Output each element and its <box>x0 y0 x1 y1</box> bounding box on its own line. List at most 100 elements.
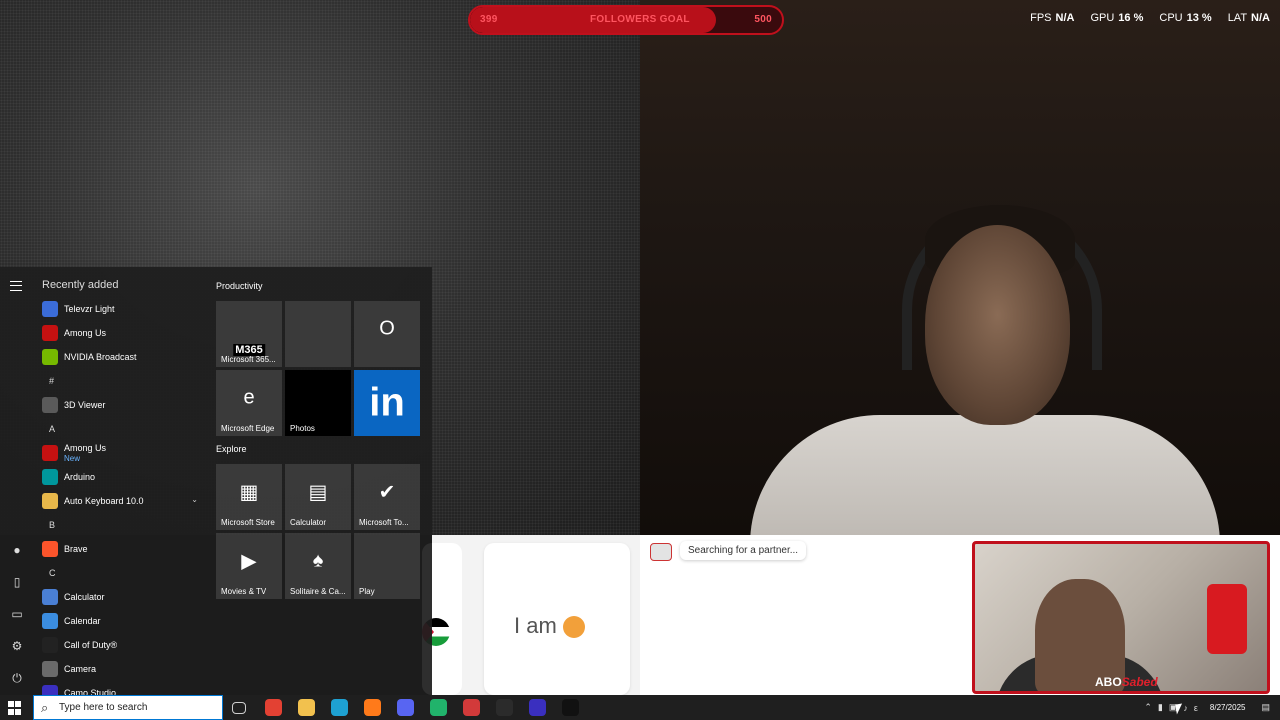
tile-icon: in <box>369 380 405 425</box>
taskbar-chrome-icon[interactable] <box>265 699 282 716</box>
tile-label: Movies & TV <box>221 587 267 596</box>
app-icon <box>42 349 58 365</box>
taskbar-task-view-icon[interactable] <box>232 702 246 714</box>
start-menu: ● ▯ ▭ ⚙ ⏻ Recently added Televzr Light Am… <box>0 267 432 701</box>
chevron-down-icon[interactable]: ⌄ <box>191 495 198 504</box>
app-list-item[interactable]: NVIDIA Broadcast <box>34 345 206 369</box>
section-letter[interactable]: # <box>34 369 206 393</box>
perf-stat-cpu: CPU 13 % <box>1159 12 1212 24</box>
app-name: Brave <box>64 544 88 554</box>
app-list-item[interactable]: Televzr Light <box>34 297 206 321</box>
app-name: Calculator <box>64 592 105 602</box>
volume-icon[interactable]: ♪ <box>1183 703 1188 713</box>
taskbar: ⌕ Type here to search ⌃ ▮ ▣ ♪ ε 8/27/202… <box>0 695 1280 720</box>
app-name: Call of Duty® <box>64 640 118 650</box>
followers-goal-bar: 399 FOLLOWERS GOAL 500 <box>468 5 784 35</box>
tile-icon: O <box>379 317 395 340</box>
studio-light <box>1207 584 1247 654</box>
start-tile[interactable]: ✔ Microsoft To... <box>354 464 420 530</box>
profile-card[interactable]: I am <box>484 543 630 695</box>
app-name: Camera <box>64 664 97 674</box>
tile-icon: e <box>243 386 255 409</box>
app-icon <box>42 541 58 557</box>
app-icon <box>42 637 58 653</box>
app-name: NVIDIA Broadcast <box>64 352 137 362</box>
search-icon: ⌕ <box>41 700 49 715</box>
app-list-item[interactable]: Calendar <box>34 609 206 633</box>
search-placeholder: Type here to search <box>59 702 148 713</box>
secondary-webcam: ABOSabed <box>972 541 1270 694</box>
perf-stat-lat: LAT N/A <box>1227 12 1270 24</box>
start-tile[interactable] <box>285 301 351 367</box>
tray-chevron-icon[interactable]: ⌃ <box>1144 702 1152 713</box>
tray-app-icon[interactable]: ε <box>1194 703 1198 713</box>
start-tile[interactable]: Photos <box>285 370 351 436</box>
app-icon <box>42 397 58 413</box>
app-icon <box>42 589 58 605</box>
windows-start-icon[interactable] <box>8 701 22 715</box>
taskbar-terminal-icon[interactable] <box>496 699 513 716</box>
documents-icon[interactable]: ▯ <box>10 575 24 589</box>
start-tile[interactable]: M365 Microsoft 365... <box>216 301 282 367</box>
app-name: Televzr Light <box>64 304 115 314</box>
start-tile[interactable]: ♠ Solitaire & Ca... <box>285 533 351 599</box>
app-list-item[interactable]: Brave <box>34 537 206 561</box>
start-tile[interactable]: O <box>354 301 420 367</box>
goal-current: 399 <box>480 14 498 25</box>
taskbar-app-red-icon[interactable] <box>463 699 480 716</box>
taskbar-discord-icon[interactable] <box>397 699 414 716</box>
webcam-badge: ABOSabed <box>1095 675 1158 689</box>
app-name: Among Us <box>64 328 107 338</box>
tile-label: Solitaire & Ca... <box>290 587 346 596</box>
app-name: Auto Keyboard 10.0 <box>64 496 144 506</box>
power-icon[interactable]: ⏻ <box>10 671 24 685</box>
section-letter[interactable]: A <box>34 417 206 441</box>
goal-target: 500 <box>754 14 772 25</box>
app-icon <box>42 301 58 317</box>
start-tile[interactable]: ▦ Microsoft Store <box>216 464 282 530</box>
taskbar-date[interactable]: 8/27/2025 <box>1210 703 1246 712</box>
app-list-item[interactable]: Among Us New <box>34 441 206 465</box>
app-name: Arduino <box>64 472 96 482</box>
start-tile[interactable]: Play <box>354 533 420 599</box>
start-tile[interactable]: ▶ Movies & TV <box>216 533 282 599</box>
perf-stat-gpu: GPU 16 % <box>1090 12 1144 24</box>
app-list-item[interactable]: Among Us <box>34 321 206 345</box>
app-list-item[interactable]: Auto Keyboard 10.0 ⌄ <box>34 489 206 513</box>
pictures-icon[interactable]: ▭ <box>10 607 24 621</box>
app-list-item[interactable]: Call of Duty® <box>34 633 206 657</box>
taskbar-edge-icon[interactable] <box>331 699 348 716</box>
app-list-item[interactable]: Arduino <box>34 465 206 489</box>
tile-label: Microsoft Store <box>221 518 275 527</box>
tile-icon: ▦ <box>239 481 259 504</box>
taskbar-obs-icon[interactable] <box>529 699 546 716</box>
streamer-camera-feed <box>640 0 1280 545</box>
app-list-item[interactable]: Camera <box>34 657 206 681</box>
app-name: 3D Viewer <box>64 400 106 410</box>
streamer-head <box>925 225 1070 425</box>
section-letter[interactable]: B <box>34 513 206 537</box>
taskbar-app-dark-icon[interactable] <box>562 699 579 716</box>
profile-card-text: I am <box>514 613 585 639</box>
app-list: Recently added Televzr Light Among Us NVID… <box>34 277 206 705</box>
notifications-icon[interactable]: ▤ <box>1261 702 1270 713</box>
taskbar-file-explorer-icon[interactable] <box>298 699 315 716</box>
perf-stat-fps: FPS N/A <box>1030 12 1075 24</box>
tile-area: Productivity M365 Microsoft 365... Oe Micros… <box>216 279 420 599</box>
taskbar-search-box[interactable]: ⌕ Type here to search <box>33 695 223 720</box>
settings-gear-icon[interactable]: ⚙ <box>10 639 24 653</box>
hamburger-menu-icon[interactable] <box>10 281 22 291</box>
microphone-icon[interactable]: ▮ <box>1158 702 1163 713</box>
tile-icon: ♠ <box>312 549 324 572</box>
app-name: Among Us <box>64 442 107 453</box>
start-tile[interactable]: in <box>354 370 420 436</box>
user-avatar-icon[interactable]: ● <box>10 543 24 557</box>
app-list-item[interactable]: 3D Viewer <box>34 393 206 417</box>
taskbar-app-green-icon[interactable] <box>430 699 447 716</box>
section-letter[interactable]: C <box>34 561 206 585</box>
taskbar-firefox-icon[interactable] <box>364 699 381 716</box>
tile-label: Microsoft 365... <box>221 355 276 364</box>
start-tile[interactable]: ▤ Calculator <box>285 464 351 530</box>
app-list-item[interactable]: Calculator <box>34 585 206 609</box>
start-tile[interactable]: e Microsoft Edge <box>216 370 282 436</box>
